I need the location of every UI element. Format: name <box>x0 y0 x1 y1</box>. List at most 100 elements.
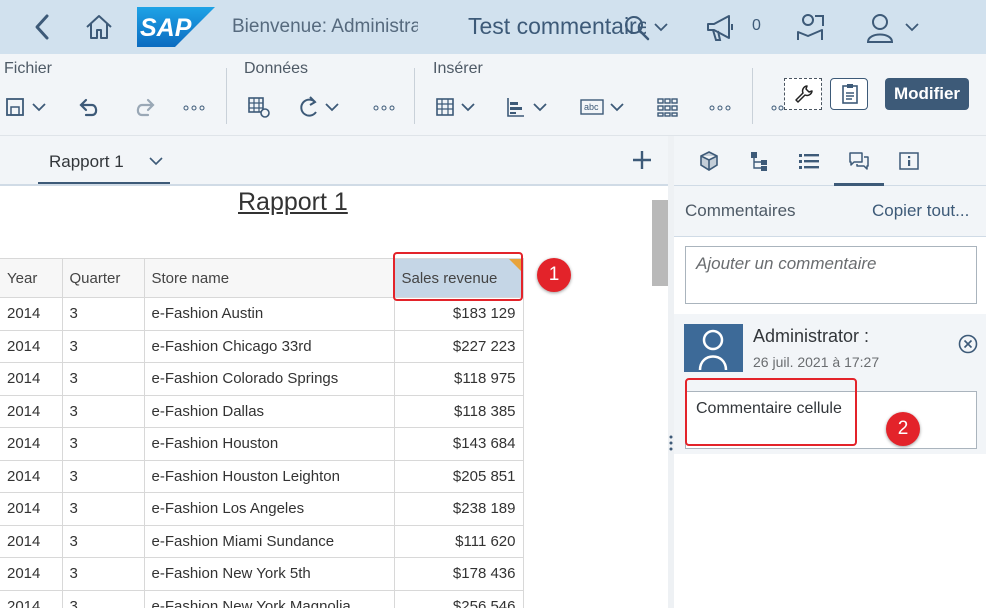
group-label-inserer: Insérer <box>433 60 483 77</box>
cell-sales-revenue[interactable]: $143 684 <box>393 427 524 461</box>
back-icon[interactable] <box>30 12 54 42</box>
report-canvas: Rapport 1 Year Quarter Store name Sales … <box>0 186 668 608</box>
list-icon[interactable] <box>798 150 820 172</box>
table-row: 2014 3 e-Fashion Colorado Springs $118 975 <box>0 362 524 396</box>
more-icon[interactable] <box>708 94 732 120</box>
cell-store-name[interactable]: e-Fashion Houston Leighton <box>143 459 395 493</box>
cell-store-name[interactable]: e-Fashion New York Magnolia <box>143 589 395 608</box>
table-row: 2014 3 e-Fashion New York Magnolia $256 546 <box>0 589 524 608</box>
chevron-down-icon[interactable] <box>653 20 669 34</box>
cell-quarter[interactable]: 3 <box>61 427 145 461</box>
side-panel: Commentaires Copier tout... Ajouter un c… <box>674 136 986 608</box>
cell-store-name[interactable]: e-Fashion Los Angeles <box>143 492 395 526</box>
modify-button[interactable]: Modifier <box>885 78 969 110</box>
info-icon[interactable] <box>898 150 920 172</box>
svg-text:SAP: SAP <box>140 14 192 42</box>
table-row: 2014 3 e-Fashion Chicago 33rd $227 223 <box>0 329 524 363</box>
cell-year[interactable]: 2014 <box>0 427 63 461</box>
bar-chart-icon[interactable] <box>506 94 550 120</box>
undo-icon[interactable] <box>78 94 102 120</box>
cube-icon[interactable] <box>698 150 720 172</box>
tools-button[interactable] <box>784 78 822 110</box>
user-icon[interactable] <box>866 12 894 44</box>
shell-bar: SAP Bienvenue: Administrator Test commen… <box>0 0 986 54</box>
cell-sales-revenue[interactable]: $205 851 <box>393 459 524 493</box>
data-settings-icon[interactable] <box>247 94 271 120</box>
cell-sales-revenue[interactable]: $256 546 <box>393 589 524 608</box>
sap-logo[interactable]: SAP <box>137 7 215 47</box>
cell-quarter[interactable]: 3 <box>61 297 145 331</box>
cell-sales-revenue[interactable]: $238 189 <box>393 492 524 526</box>
vertical-scrollbar[interactable] <box>652 200 668 286</box>
cell-store-name[interactable]: e-Fashion Dallas <box>143 394 395 428</box>
cell-sales-revenue[interactable]: $111 620 <box>393 524 524 558</box>
cell-store-name[interactable]: e-Fashion Houston <box>143 427 395 461</box>
comments-icon[interactable] <box>848 150 870 172</box>
chevron-down-icon[interactable] <box>904 20 920 34</box>
cell-sales-revenue[interactable]: $118 385 <box>393 394 524 428</box>
table-row: 2014 3 e-Fashion Houston Leighton $205 851 <box>0 459 524 493</box>
cell-quarter[interactable]: 3 <box>61 459 145 493</box>
cell-year[interactable]: 2014 <box>0 589 63 608</box>
manual-icon[interactable] <box>795 12 825 44</box>
separator <box>226 68 227 124</box>
cell-store-name[interactable]: e-Fashion Chicago 33rd <box>143 329 395 363</box>
column-header-store-name[interactable]: Store name <box>143 258 395 298</box>
report-table: Year Quarter Store name Sales revenue 20… <box>0 258 524 608</box>
cell-year[interactable]: 2014 <box>0 329 63 363</box>
cell-sales-revenue[interactable]: $118 975 <box>393 362 524 396</box>
avatar <box>684 324 743 372</box>
cell-year[interactable]: 2014 <box>0 492 63 526</box>
redo-icon[interactable] <box>132 94 156 120</box>
chevron-down-icon[interactable] <box>148 154 164 168</box>
cell-quarter[interactable]: 3 <box>61 492 145 526</box>
cell-store-name[interactable]: e-Fashion Colorado Springs <box>143 362 395 396</box>
search-icon[interactable] <box>623 14 651 42</box>
cell-year[interactable]: 2014 <box>0 524 63 558</box>
refresh-icon[interactable] <box>298 94 342 120</box>
add-icon[interactable] <box>630 148 654 172</box>
hierarchy-icon[interactable] <box>749 150 771 172</box>
cell-store-name[interactable]: e-Fashion Miami Sundance <box>143 524 395 558</box>
more-icon[interactable] <box>770 94 784 120</box>
cell-year[interactable]: 2014 <box>0 362 63 396</box>
cell-store-name[interactable]: e-Fashion New York 5th <box>143 557 395 591</box>
document-title[interactable]: Test commentaire <box>468 13 646 40</box>
cell-quarter[interactable]: 3 <box>61 557 145 591</box>
cell-sales-revenue[interactable]: $227 223 <box>393 329 524 363</box>
grid-icon[interactable] <box>656 94 680 120</box>
column-header-quarter[interactable]: Quarter <box>61 258 145 298</box>
table-row: 2014 3 e-Fashion Houston $143 684 <box>0 427 524 461</box>
table-icon[interactable] <box>436 94 478 120</box>
cell-year[interactable]: 2014 <box>0 557 63 591</box>
more-icon[interactable] <box>372 94 396 120</box>
cell-quarter[interactable]: 3 <box>61 524 145 558</box>
home-icon[interactable] <box>84 12 114 42</box>
cell-year[interactable]: 2014 <box>0 459 63 493</box>
cell-quarter[interactable]: 3 <box>61 329 145 363</box>
cell-store-name[interactable]: e-Fashion Austin <box>143 297 395 331</box>
cell-quarter[interactable]: 3 <box>61 362 145 396</box>
clipboard-button[interactable] <box>830 78 868 110</box>
cell-sales-revenue[interactable]: $183 129 <box>393 297 524 331</box>
cell-quarter[interactable]: 3 <box>61 394 145 428</box>
tab-label: Rapport 1 <box>49 152 124 171</box>
copy-all-link[interactable]: Copier tout... <box>872 201 969 221</box>
table-row: 2014 3 e-Fashion Dallas $118 385 <box>0 394 524 428</box>
drag-handle-icon[interactable] <box>669 434 673 452</box>
add-comment-input[interactable]: Ajouter un commentaire <box>685 246 977 304</box>
close-icon[interactable] <box>958 334 978 354</box>
callout-badge: 1 <box>537 258 571 292</box>
megaphone-icon[interactable] <box>705 12 737 44</box>
save-icon[interactable] <box>6 94 48 120</box>
more-icon[interactable] <box>182 94 206 120</box>
cell-year[interactable]: 2014 <box>0 297 63 331</box>
callout-highlight <box>393 252 523 301</box>
table-row: 2014 3 e-Fashion Austin $183 129 <box>0 297 524 331</box>
cell-icon[interactable]: abc <box>580 94 628 120</box>
tab-rapport-1[interactable]: Rapport 1 <box>38 136 170 184</box>
column-header-year[interactable]: Year <box>0 258 63 298</box>
cell-sales-revenue[interactable]: $178 436 <box>393 557 524 591</box>
cell-quarter[interactable]: 3 <box>61 589 145 608</box>
cell-year[interactable]: 2014 <box>0 394 63 428</box>
